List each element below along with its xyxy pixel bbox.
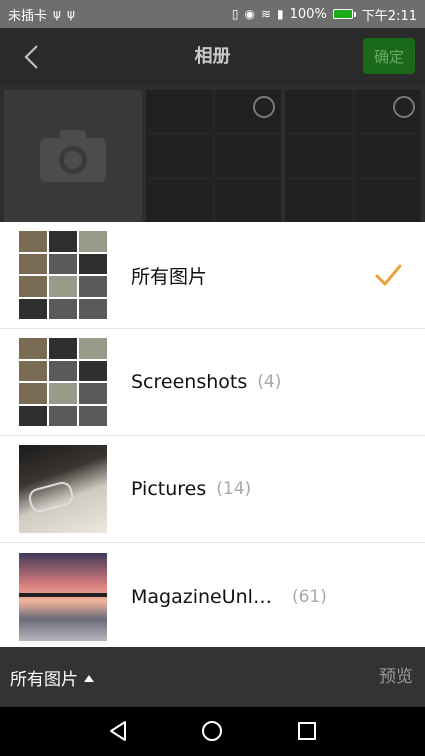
album-picker-screen: 未插卡 ψ ψ ▯ ◉ ≋ ▮ 100% 下午2:11 相册 确定 所有图片 S… (0, 0, 425, 756)
album-row-magazine[interactable]: MagazineUnl… (61) (0, 543, 425, 650)
eye-icon: ◉ (244, 7, 255, 21)
album-thumbnail (19, 338, 107, 426)
album-thumbnail (19, 231, 107, 319)
usb-icon: ψ (66, 7, 75, 21)
status-right: ▯ ◉ ≋ ▮ 100% 下午2:11 (232, 5, 417, 24)
album-row-all[interactable]: 所有图片 (0, 222, 425, 329)
folder-selector[interactable]: 所有图片 (10, 647, 94, 707)
nav-back-icon[interactable] (106, 719, 130, 743)
album-row-pictures[interactable]: Pictures (14) (0, 436, 425, 543)
album-count: (4) (257, 372, 282, 392)
back-arrow-icon[interactable] (18, 42, 48, 72)
album-count: (14) (216, 479, 252, 499)
check-icon (375, 264, 402, 286)
system-nav-bar (0, 707, 425, 756)
album-thumbnail (19, 445, 107, 533)
usb-icon: ψ (53, 7, 61, 21)
carrier-label: 未插卡 (8, 8, 48, 24)
album-count: (61) (291, 586, 327, 607)
vibrate-icon: ▯ (231, 7, 239, 21)
album-name: Screenshots (131, 371, 248, 393)
status-left: 未插卡 ψ ψ (8, 5, 75, 24)
album-name: 所有图片 (131, 265, 208, 288)
album-name: MagazineUnl… (131, 585, 272, 608)
battery-warn-icon: ▮ (277, 7, 284, 21)
album-list: 所有图片 Screenshots (4) Pictures (14) Magaz… (0, 222, 425, 647)
status-bar: 未插卡 ψ ψ ▯ ◉ ≋ ▮ 100% 下午2:11 (0, 0, 425, 28)
clock: 下午2:11 (361, 8, 417, 24)
album-name: Pictures (131, 478, 207, 500)
nav-recents-icon[interactable] (295, 719, 319, 743)
battery-percent: 100% (289, 6, 327, 22)
wifi-icon: ≋ (260, 7, 272, 21)
album-thumbnail (19, 552, 107, 641)
bottom-bar: 所有图片 预览 (0, 647, 425, 707)
dim-overlay[interactable] (0, 86, 425, 222)
battery-icon (332, 9, 356, 19)
app-bar: 相册 确定 (0, 28, 425, 86)
caret-up-icon (84, 674, 94, 682)
preview-button[interactable]: 预览 (379, 647, 413, 707)
page-title: 相册 (194, 46, 231, 67)
confirm-button[interactable]: 确定 (363, 38, 415, 74)
folder-label: 所有图片 (10, 669, 78, 690)
nav-home-icon[interactable] (200, 719, 224, 743)
album-row-screenshots[interactable]: Screenshots (4) (0, 329, 425, 436)
